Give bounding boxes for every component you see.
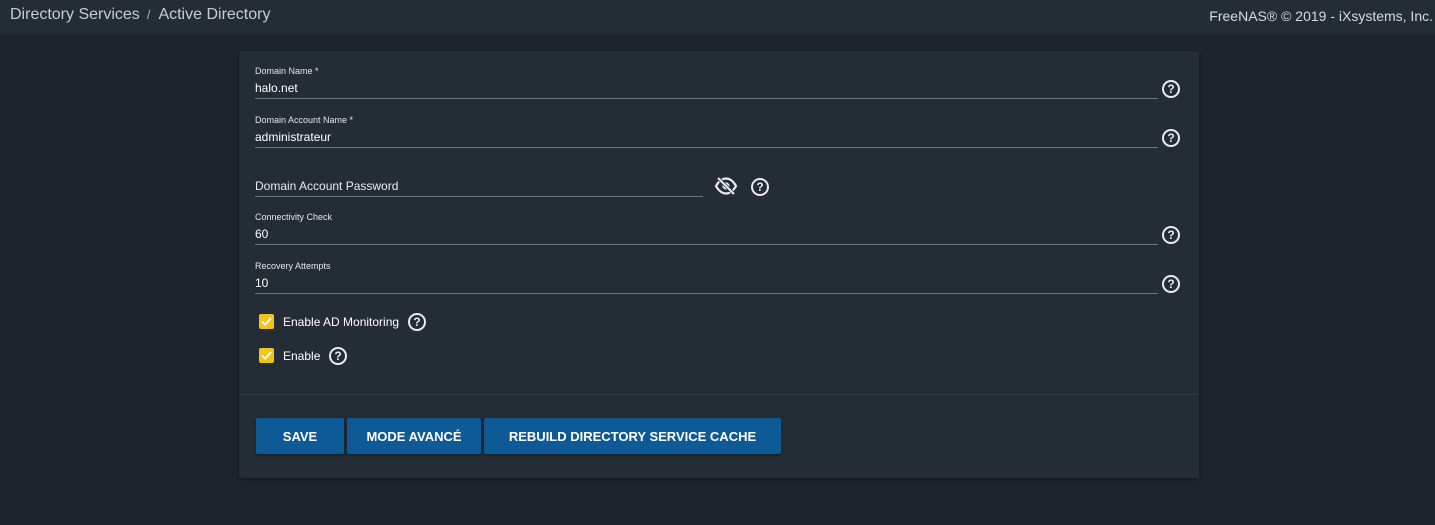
recovery-attempts-field[interactable]: Recovery Attempts 10 (255, 261, 1158, 295)
enable-ad-monitoring-label: Enable AD Monitoring (283, 315, 400, 329)
enable-checkbox[interactable]: Enable (259, 348, 324, 366)
domain-name-underline (255, 98, 1158, 99)
enable-help-icon[interactable]: ? (329, 347, 347, 365)
active-directory-form-card: Domain Name * halo.net ? Domain Account … (239, 51, 1199, 478)
recovery-attempts-help-icon[interactable]: ? (1162, 275, 1180, 293)
checkbox-checked-icon[interactable] (259, 314, 274, 329)
enable-ad-monitoring-help-icon[interactable]: ? (408, 313, 426, 331)
connectivity-check-input[interactable]: 60 (255, 227, 268, 241)
top-bar: Directory Services / Active Directory Free… (0, 0, 1435, 34)
copyright-text: FreeNAS® © 2019 - iXsystems, Inc. (1209, 8, 1433, 24)
recovery-attempts-underline (255, 293, 1158, 294)
domain-account-name-help-icon[interactable]: ? (1162, 129, 1180, 147)
domain-account-name-underline (255, 147, 1158, 148)
breadcrumb-item-active-directory: Active Directory (158, 6, 271, 23)
domain-name-field[interactable]: Domain Name * halo.net (255, 66, 1158, 100)
rebuild-directory-service-cache-button[interactable]: REBUILD DIRECTORY SERVICE CACHE (484, 418, 781, 454)
domain-account-password-field[interactable]: Domain Account Password (255, 164, 703, 198)
domain-account-name-field[interactable]: Domain Account Name * administrateur (255, 115, 1158, 149)
connectivity-check-field[interactable]: Connectivity Check 60 (255, 212, 1158, 246)
domain-name-label: Domain Name * (255, 66, 319, 76)
checkbox-checked-icon[interactable] (259, 348, 274, 363)
breadcrumb-item-directory-services[interactable]: Directory Services (10, 6, 140, 23)
domain-account-password-input[interactable]: Domain Account Password (255, 179, 398, 193)
recovery-attempts-input[interactable]: 10 (255, 276, 268, 290)
connectivity-check-label: Connectivity Check (255, 212, 333, 222)
eye-off-icon[interactable] (714, 176, 738, 196)
advanced-mode-button[interactable]: MODE AVANCÉ (347, 418, 481, 454)
breadcrumb-separator: / (146, 7, 151, 22)
actions-divider (239, 394, 1199, 395)
connectivity-check-underline (255, 244, 1158, 245)
domain-name-input[interactable]: halo.net (255, 81, 298, 95)
enable-label: Enable (283, 349, 321, 363)
recovery-attempts-label: Recovery Attempts (255, 261, 331, 271)
domain-account-name-label: Domain Account Name * (255, 115, 354, 125)
breadcrumb: Directory Services / Active Directory (10, 6, 270, 24)
domain-account-password-underline (255, 196, 703, 197)
domain-name-help-icon[interactable]: ? (1162, 80, 1180, 98)
save-button[interactable]: SAVE (256, 418, 344, 454)
domain-account-name-input[interactable]: administrateur (255, 130, 331, 144)
enable-ad-monitoring-checkbox[interactable]: Enable AD Monitoring (259, 314, 399, 332)
connectivity-check-help-icon[interactable]: ? (1162, 226, 1180, 244)
domain-account-password-help-icon[interactable]: ? (751, 178, 769, 196)
